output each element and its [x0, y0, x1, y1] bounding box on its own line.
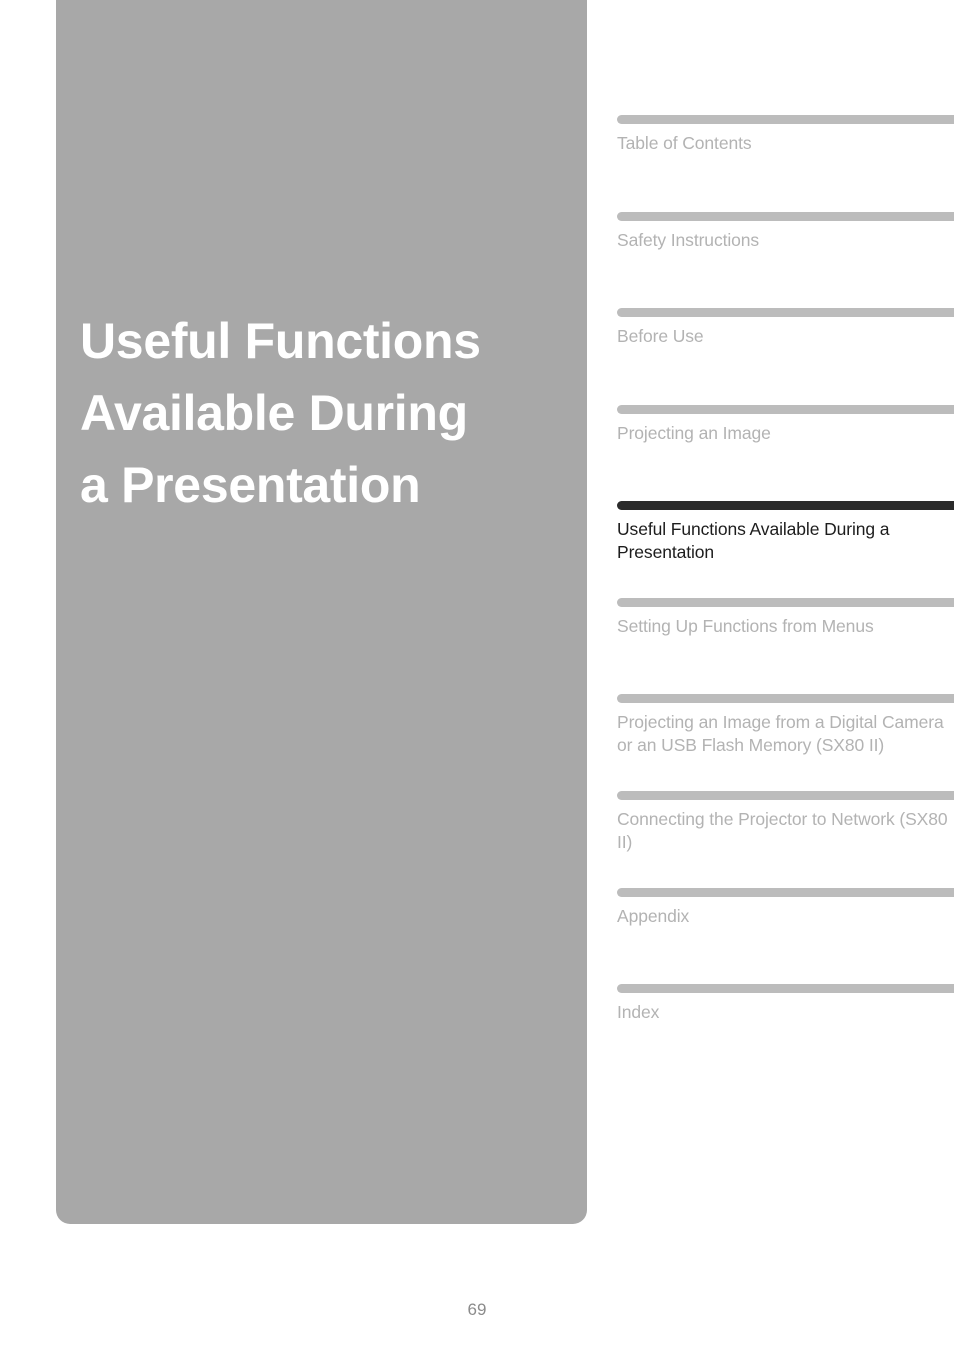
chapter-title-panel: Useful Functions Available During a Pres… — [56, 0, 587, 1224]
chapter-index-item-setting-up-functions-from-menus[interactable]: Setting Up Functions from Menus — [617, 598, 954, 638]
page-title-line-2: Available During — [80, 385, 468, 441]
chapter-index-bar — [617, 308, 954, 317]
chapter-index-label: Safety Instructions — [617, 230, 760, 250]
chapter-index-label: Index — [617, 1002, 660, 1022]
chapter-index-item-table-of-contents[interactable]: Table of Contents — [617, 115, 954, 155]
chapter-index-label: Setting Up Functions from Menus — [617, 616, 874, 636]
chapter-index-bar — [617, 791, 954, 800]
document-page: Useful Functions Available During a Pres… — [0, 0, 954, 1352]
page-title-line-3: a Presentation — [80, 457, 421, 513]
chapter-index-bar — [617, 212, 954, 221]
chapter-index-bar — [617, 984, 954, 993]
chapter-index-label: Connecting the Projector to Network (SX8… — [617, 809, 948, 852]
chapter-index-item-appendix[interactable]: Appendix — [617, 888, 954, 928]
page-number: 69 — [467, 1300, 487, 1319]
chapter-index-bar — [617, 115, 954, 124]
chapter-index-label: Appendix — [617, 906, 690, 926]
chapter-index-label: Projecting an Image — [617, 423, 771, 443]
chapter-index-bar — [617, 888, 954, 897]
chapter-index-bar — [617, 694, 954, 703]
chapter-index-bar — [617, 405, 954, 414]
chapter-index: Table of Contents Safety Instructions Be… — [617, 0, 954, 1224]
page-title-line-1: Useful Functions — [80, 313, 481, 369]
chapter-index-item-connecting-the-projector-to-network[interactable]: Connecting the Projector to Network (SX8… — [617, 791, 954, 854]
chapter-index-bar — [617, 598, 954, 607]
chapter-index-item-useful-functions-available-during-a-presentation[interactable]: Useful Functions Available During a Pres… — [617, 501, 954, 564]
chapter-index-label: Table of Contents — [617, 133, 752, 153]
chapter-index-item-projecting-an-image-from-a-digital-camera-or-an-usb-flash-memory[interactable]: Projecting an Image from a Digital Camer… — [617, 694, 954, 757]
chapter-index-item-safety-instructions[interactable]: Safety Instructions — [617, 212, 954, 252]
chapter-index-label: Before Use — [617, 326, 704, 346]
chapter-index-item-projecting-an-image[interactable]: Projecting an Image — [617, 405, 954, 445]
chapter-index-item-before-use[interactable]: Before Use — [617, 308, 954, 348]
chapter-index-label: Projecting an Image from a Digital Camer… — [617, 712, 944, 755]
chapter-index-label-active: Useful Functions Available During a Pres… — [617, 519, 890, 562]
chapter-index-item-index[interactable]: Index — [617, 984, 954, 1024]
page-title: Useful Functions Available During a Pres… — [80, 305, 570, 521]
chapter-index-bar-active — [617, 501, 954, 510]
